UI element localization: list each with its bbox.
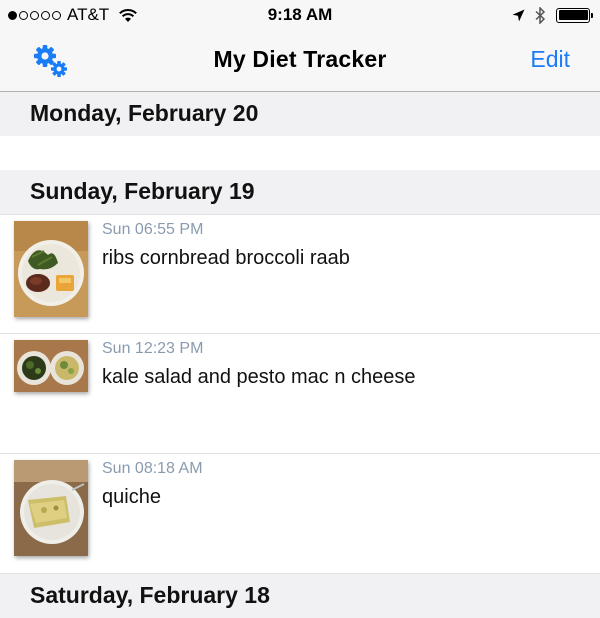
meal-photo (14, 221, 88, 317)
edit-button[interactable]: Edit (530, 46, 570, 73)
empty-section-space (0, 136, 600, 170)
entry-time: Sun 12:23 PM (102, 340, 204, 357)
meal-photo (14, 340, 88, 392)
section-header-label: Saturday, February 18 (30, 582, 270, 608)
battery-icon (556, 7, 593, 23)
status-bar-right (512, 5, 593, 25)
list-item[interactable]: Sun 12:23 PM kale salad and pesto mac n … (0, 334, 600, 454)
entry-description: quiche (102, 486, 161, 508)
entry-time: Sun 08:18 AM (102, 460, 203, 477)
section-header-saturday: Saturday, February 18 (0, 574, 600, 618)
bluetooth-icon (535, 6, 546, 24)
list-item[interactable]: Sun 06:55 PM ribs cornbread broccoli raa… (0, 214, 600, 334)
section-header-label: Monday, February 20 (30, 100, 259, 126)
status-bar: AT&T 9:18 AM (0, 0, 600, 30)
entry-time: Sun 06:55 PM (102, 221, 204, 238)
page-title: My Diet Tracker (213, 46, 387, 72)
section-header-monday: Monday, February 20 (0, 92, 600, 136)
status-time: 9:18 AM (267, 5, 333, 24)
section-header-sunday: Sunday, February 19 (0, 170, 600, 214)
navigation-bar: My Diet Tracker Edit (0, 30, 600, 92)
entry-description: ribs cornbread broccoli raab (102, 247, 350, 269)
entry-description: kale salad and pesto mac n cheese (102, 366, 416, 388)
meal-photo (14, 460, 88, 556)
list-item[interactable]: Sun 08:18 AM quiche (0, 454, 600, 574)
section-header-label: Sunday, February 19 (30, 178, 255, 204)
location-arrow-icon (512, 9, 525, 21)
